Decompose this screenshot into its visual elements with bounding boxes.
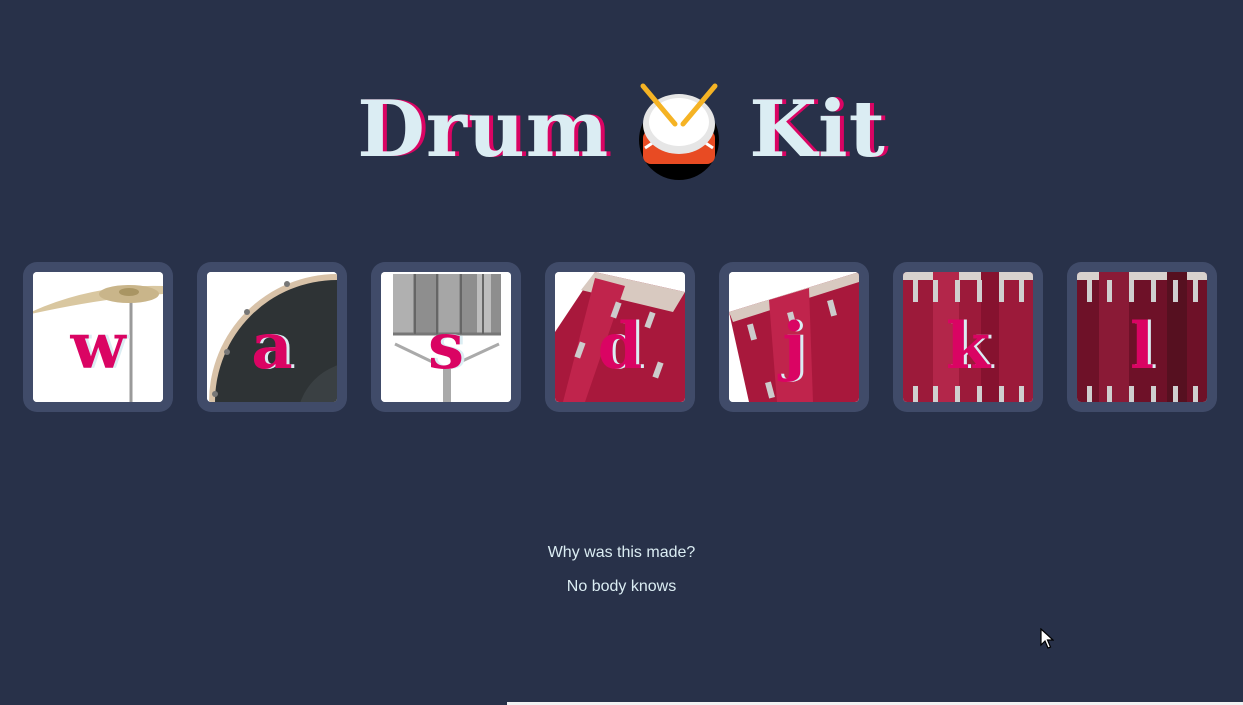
drum-icon [639,83,720,181]
key-label: a [251,308,293,384]
footer-answer: No body knows [566,578,677,595]
footer-question: Why was this made? [547,544,696,561]
drum-button-w[interactable]: w [23,262,173,412]
mouse-cursor-icon [1040,628,1054,649]
drum-pad: j [729,272,859,402]
drum-set: w a s d j k l [23,262,1217,412]
drum-pad: w [33,272,163,402]
drum-kit-page: Drum Kit w a s d j k l Why was this made… [0,0,1243,705]
drum-pad: k [903,272,1033,402]
key-label: w [70,308,126,384]
title-word-drum: Drum [357,84,610,176]
key-label: d [597,308,643,384]
drum-button-d[interactable]: d [545,262,695,412]
key-label: j [782,308,806,384]
footer: Why was this made? No body knows [0,544,1243,612]
drum-pad: l [1077,272,1207,402]
drum-button-l[interactable]: l [1067,262,1217,412]
key-label: s [427,308,465,384]
drum-button-a[interactable]: a [197,262,347,412]
drum-button-j[interactable]: j [719,262,869,412]
page-title: Drum Kit [0,80,1243,181]
drum-button-s[interactable]: s [371,262,521,412]
title-word-kit: Kit [749,84,886,176]
drum-pad: d [555,272,685,402]
drum-button-k[interactable]: k [893,262,1043,412]
key-label: l [1129,308,1155,384]
key-label: k [945,308,991,384]
drum-pad: a [207,272,337,402]
drum-pad: s [381,272,511,402]
